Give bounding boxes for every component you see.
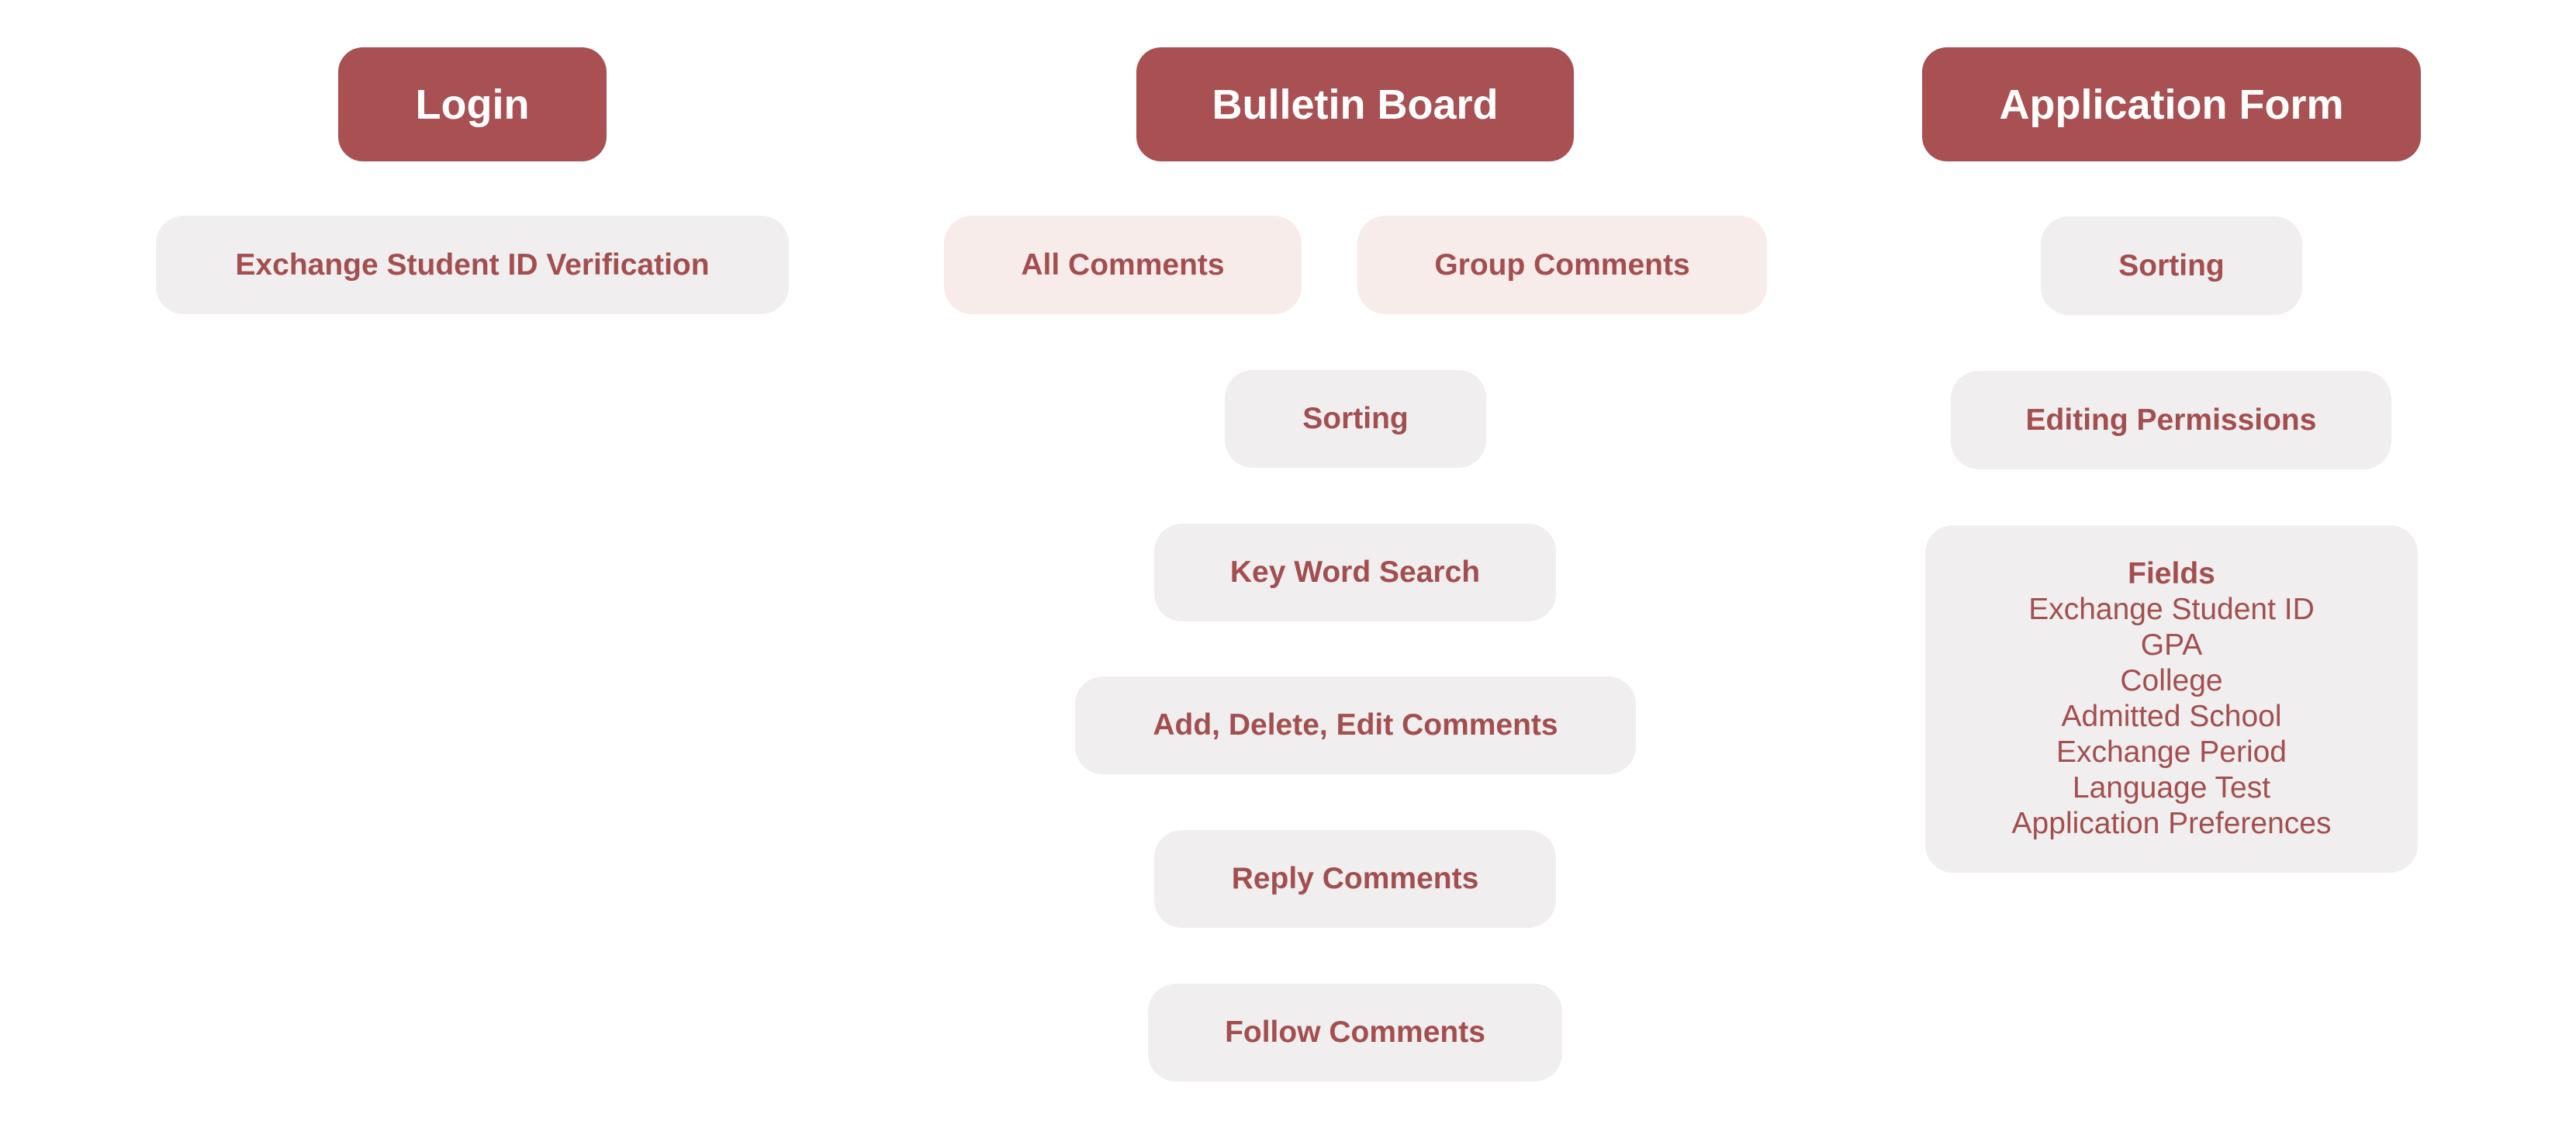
node-bulletin-sorting: Sorting: [1225, 370, 1486, 468]
node-follow-comments: Follow Comments: [1148, 984, 1562, 1081]
bulletin-board-title: Bulletin Board: [1212, 81, 1499, 128]
node-label: All Comments: [1021, 247, 1225, 282]
fields-title: Fields: [2128, 557, 2215, 590]
node-label: Key Word Search: [1229, 555, 1481, 589]
field-college: College: [2120, 664, 2223, 697]
node-editing-permissions: Editing Permissions: [1951, 371, 2391, 469]
node-reply-comments: Reply Comments: [1154, 830, 1556, 928]
node-label: Add, Delete, Edit Comments: [1153, 708, 1558, 742]
node-add-delete-edit-comments: Add, Delete, Edit Comments: [1075, 676, 1636, 774]
node-label: Follow Comments: [1225, 1016, 1485, 1049]
field-language-test: Language Test: [2072, 771, 2271, 804]
bulletin-board-header: Bulletin Board: [1136, 47, 1574, 161]
node-label: Reply Comments: [1231, 862, 1479, 895]
node-application-sorting: Sorting: [2041, 216, 2302, 315]
field-exchange-period: Exchange Period: [2056, 735, 2287, 769]
node-group-comments: Group Comments: [1357, 216, 1767, 314]
field-gpa: GPA: [2140, 628, 2203, 662]
node-label: Editing Permissions: [2025, 403, 2317, 437]
application-form-header: Application Form: [1922, 47, 2421, 161]
node-label: Sorting: [2118, 248, 2225, 282]
node-label: Group Comments: [1434, 247, 1690, 282]
application-form-title: Application Form: [1999, 81, 2344, 128]
node-fields: Fields Exchange Student ID GPA College A…: [1925, 525, 2418, 873]
node-label: Exchange Student ID Verification: [235, 247, 710, 282]
field-application-preferences: Application Preferences: [2011, 807, 2332, 840]
login-title: Login: [415, 81, 530, 128]
node-exchange-student-id-verification: Exchange Student ID Verification: [156, 216, 789, 314]
node-key-word-search: Key Word Search: [1154, 524, 1556, 621]
login-header: Login: [338, 47, 607, 161]
field-admitted-school: Admitted School: [2061, 700, 2282, 733]
node-all-comments: All Comments: [944, 216, 1302, 314]
field-exchange-student-id: Exchange Student ID: [2028, 593, 2315, 626]
node-label: Sorting: [1302, 402, 1409, 435]
